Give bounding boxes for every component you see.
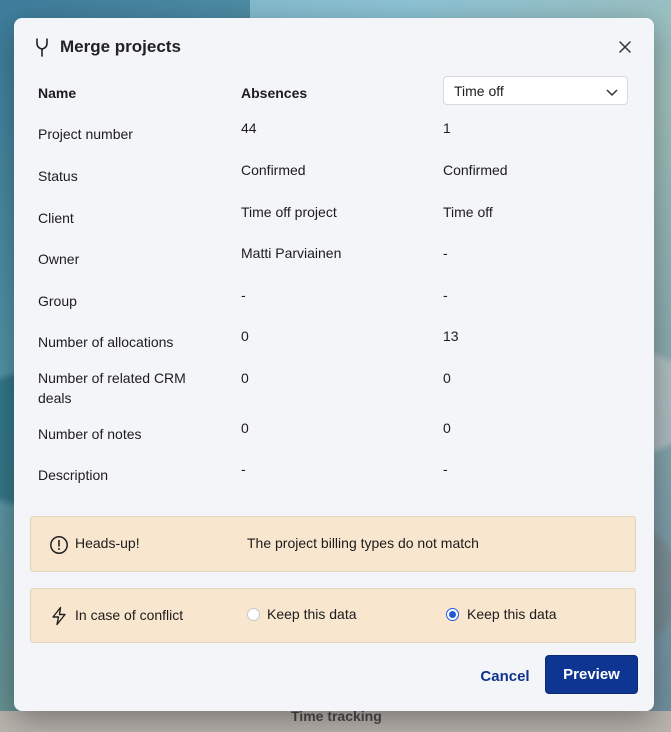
table-row: Number of related CRM deals 0 0 <box>38 366 634 416</box>
table-row: Group - - <box>38 283 634 324</box>
row-left-value: Confirmed <box>241 162 306 178</box>
dialog-title: Merge projects <box>60 37 181 56</box>
row-right-value: - <box>443 461 448 477</box>
row-label: Number of notes <box>38 426 142 442</box>
row-label: Description <box>38 467 109 483</box>
row-label: Number of related CRM deals <box>38 370 186 406</box>
lightning-icon <box>49 606 69 626</box>
cancel-button[interactable]: Cancel <box>475 665 535 689</box>
row-left-value: Matti Parviainen <box>241 245 342 261</box>
merge-icon <box>34 37 52 57</box>
row-right-value: - <box>443 287 448 303</box>
close-icon[interactable] <box>612 34 638 60</box>
table-row: Owner Matti Parviainen - <box>38 241 634 283</box>
row-label: Client <box>38 210 74 226</box>
row-label: Status <box>38 168 78 184</box>
row-right-value: 0 <box>443 370 451 386</box>
keep-left-data-label[interactable]: Keep this data <box>267 606 357 622</box>
row-left-value: - <box>241 461 246 477</box>
conflict-options: In case of conflict Keep this data Keep … <box>30 588 636 643</box>
row-left-value: 44 <box>241 120 257 136</box>
row-right-value: Confirmed <box>443 162 508 178</box>
conflict-label: In case of conflict <box>75 607 184 623</box>
row-left-value: - <box>241 287 246 303</box>
row-left-value: 0 <box>241 420 249 436</box>
preview-button-label: Preview <box>563 666 620 683</box>
comparison-table: Name Absences Time off Project number 44… <box>38 76 634 499</box>
preview-button[interactable]: Preview <box>545 655 638 694</box>
row-right-value: Time off <box>443 204 493 220</box>
heads-up-message: The project billing types do not match <box>247 535 479 551</box>
table-row: Number of allocations 0 13 <box>38 324 634 366</box>
table-row: Status Confirmed Confirmed <box>38 158 634 200</box>
dialog-header: Merge projects <box>34 34 638 60</box>
merge-projects-dialog: Merge projects Name Absences Time off Pr… <box>14 18 654 711</box>
row-left-value: 0 <box>241 370 249 386</box>
alert-circle-icon <box>49 535 69 555</box>
keep-left-data-radio[interactable] <box>247 608 260 621</box>
table-header-row: Name Absences Time off <box>38 76 634 116</box>
row-right-value: - <box>443 245 448 261</box>
table-row: Description - - <box>38 457 634 499</box>
table-row: Client Time off project Time off <box>38 200 634 241</box>
row-right-value: 0 <box>443 420 451 436</box>
chevron-down-icon <box>606 85 618 101</box>
row-label: Group <box>38 293 77 309</box>
row-label: Number of allocations <box>38 334 174 350</box>
row-left-value: 0 <box>241 328 249 344</box>
left-project-header: Absences <box>241 85 308 101</box>
heads-up-label: Heads-up! <box>75 535 140 551</box>
target-project-select[interactable]: Time off <box>443 76 628 105</box>
row-label: Owner <box>38 251 80 267</box>
table-row: Project number 44 1 <box>38 116 634 158</box>
row-label: Project number <box>38 126 133 142</box>
keep-right-data-label[interactable]: Keep this data <box>467 606 557 622</box>
row-left-value: Time off project <box>241 204 337 220</box>
keep-right-data-radio[interactable] <box>446 608 459 621</box>
row-right-value: 1 <box>443 120 451 136</box>
row-right-value: 13 <box>443 328 459 344</box>
table-row: Number of notes 0 0 <box>38 416 634 457</box>
heads-up-notice: Heads-up! The project billing types do n… <box>30 516 636 572</box>
column-name-header: Name <box>38 85 77 101</box>
target-project-select-value: Time off <box>454 82 504 99</box>
